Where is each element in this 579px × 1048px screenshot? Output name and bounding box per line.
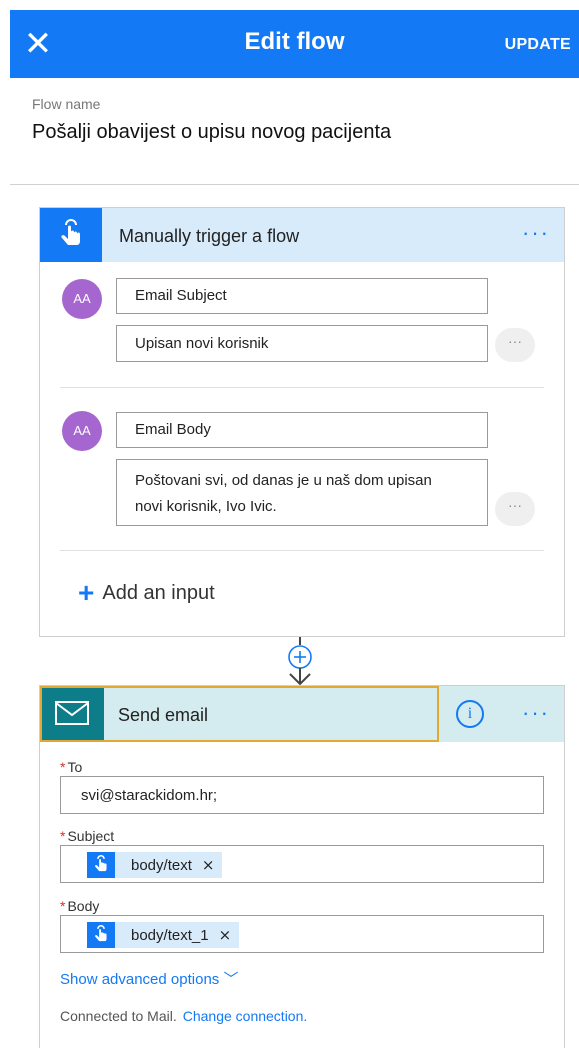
trigger-more-icon[interactable]: ··· (522, 222, 550, 244)
connected-text: Connected to Mail. (60, 1008, 177, 1024)
info-icon[interactable]: i (456, 700, 484, 728)
advanced-label: Show advanced options (60, 971, 220, 988)
required-marker: * (60, 898, 66, 914)
token-label: body/text_1 (131, 926, 209, 944)
input-value-field[interactable]: Upisan novi korisnik (116, 325, 488, 362)
divider (60, 550, 544, 551)
subject-label-text: Subject (67, 828, 115, 844)
trigger-card: Manually trigger a flow ··· AA Email Sub… (39, 207, 565, 637)
remove-token-icon[interactable]: × (219, 926, 240, 944)
flow-name-label: Flow name (32, 96, 101, 112)
trigger-title: Manually trigger a flow (119, 226, 300, 246)
flow-name-input[interactable]: Pošalji obavijest o upisu novog pacijent… (32, 121, 391, 144)
input-more-button[interactable]: ··· (495, 328, 535, 362)
dynamic-token[interactable]: body/text_1 × (87, 922, 240, 948)
touch-trigger-icon (87, 852, 115, 878)
input-value-line: novi korisnik, Ivo Ivic. (135, 498, 277, 515)
touch-trigger-icon (87, 922, 115, 948)
subject-label: * Subject (60, 828, 114, 844)
to-label: * To (60, 759, 82, 775)
add-step-icon[interactable] (280, 637, 320, 687)
divider (10, 184, 579, 185)
input-name-field[interactable]: Email Body (116, 412, 488, 448)
connection-info: Connected to Mail. Change connection. (60, 1008, 307, 1024)
plus-icon: + (78, 577, 95, 608)
subject-field[interactable]: body/text × (60, 845, 544, 883)
text-input-avatar: AA (62, 279, 102, 319)
dynamic-token[interactable]: body/text × (87, 852, 223, 878)
page-title: Edit flow (244, 28, 345, 55)
input-value-line: Poštovani svi, od danas je u naš dom upi… (135, 472, 432, 489)
token-label: body/text (131, 856, 192, 874)
change-connection-link[interactable]: Change connection. (183, 1008, 308, 1024)
remove-token-icon[interactable]: × (202, 856, 223, 874)
body-field[interactable]: body/text_1 × (60, 915, 544, 953)
add-input-button[interactable]: + Add an input (78, 577, 215, 609)
body-label: * Body (60, 898, 99, 914)
send-email-card: Send email i ··· * To svi@starackidom.hr;… (39, 685, 565, 1048)
to-label-text: To (67, 759, 83, 775)
chevron-down-icon: ﹀ (223, 971, 239, 988)
input-more-button[interactable]: ··· (495, 492, 535, 526)
to-field[interactable]: svi@starackidom.hr; (60, 776, 544, 814)
action-title: Send email (118, 705, 209, 725)
show-advanced-options-link[interactable]: Show advanced options ﹀ (60, 968, 238, 989)
send-email-header[interactable]: Send email i ··· (40, 686, 564, 742)
body-label-text: Body (67, 898, 100, 914)
input-value-field[interactable]: Poštovani svi, od danas je u naš dom upi… (116, 459, 488, 526)
selected-outline (40, 686, 439, 742)
action-more-icon[interactable]: ··· (522, 702, 550, 724)
trigger-card-header[interactable]: Manually trigger a flow ··· (40, 208, 564, 262)
divider (60, 387, 544, 388)
to-value: svi@starackidom.hr; (81, 787, 218, 804)
input-name-field[interactable]: Email Subject (116, 278, 488, 314)
text-input-avatar: AA (62, 411, 102, 451)
required-marker: * (60, 759, 66, 775)
add-input-label: Add an input (102, 582, 215, 604)
app-header: ✕ Edit flow UPDATE (10, 10, 579, 78)
touch-trigger-icon (40, 208, 102, 262)
update-button[interactable]: UPDATE (505, 36, 571, 54)
required-marker: * (60, 828, 66, 844)
